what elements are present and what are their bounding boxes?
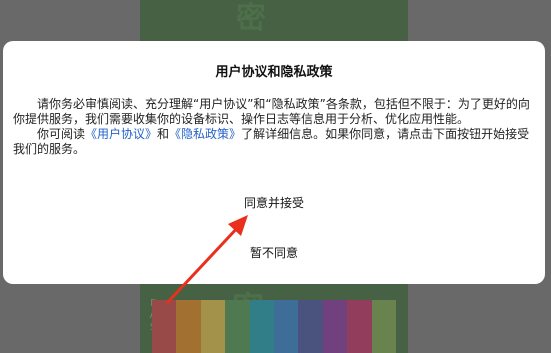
dialog-paragraph-2: 你可阅读《用户协议》和《隐私政策》了解详细信息。如果你同意，请点击下面按钮开始接… [13, 127, 535, 157]
and-text: 和 [157, 127, 170, 141]
accept-button[interactable]: 同意并接受 [3, 194, 545, 211]
dialog-title: 用户协议和隐私政策 [215, 65, 333, 80]
decline-button[interactable]: 暂不同意 [3, 244, 545, 261]
privacy-dialog: 用户协议和隐私政策 请你务必审慎阅读、充分理解“用户协议”和“隐私政策”各条款，… [3, 41, 545, 284]
dialog-body: 请你务必审慎阅读、充分理解“用户协议”和“隐私政策”各条款，包括但不限于：为了更… [13, 97, 535, 169]
privacy-policy-link[interactable]: 《隐私政策》 [169, 127, 241, 141]
dialog-paragraph-1: 请你务必审慎阅读、充分理解“用户协议”和“隐私政策”各条款，包括但不限于：为了更… [13, 97, 530, 126]
paragraph-2-prefix: 你可阅读 [37, 127, 86, 141]
user-agreement-link[interactable]: 《用户协议》 [85, 127, 157, 141]
